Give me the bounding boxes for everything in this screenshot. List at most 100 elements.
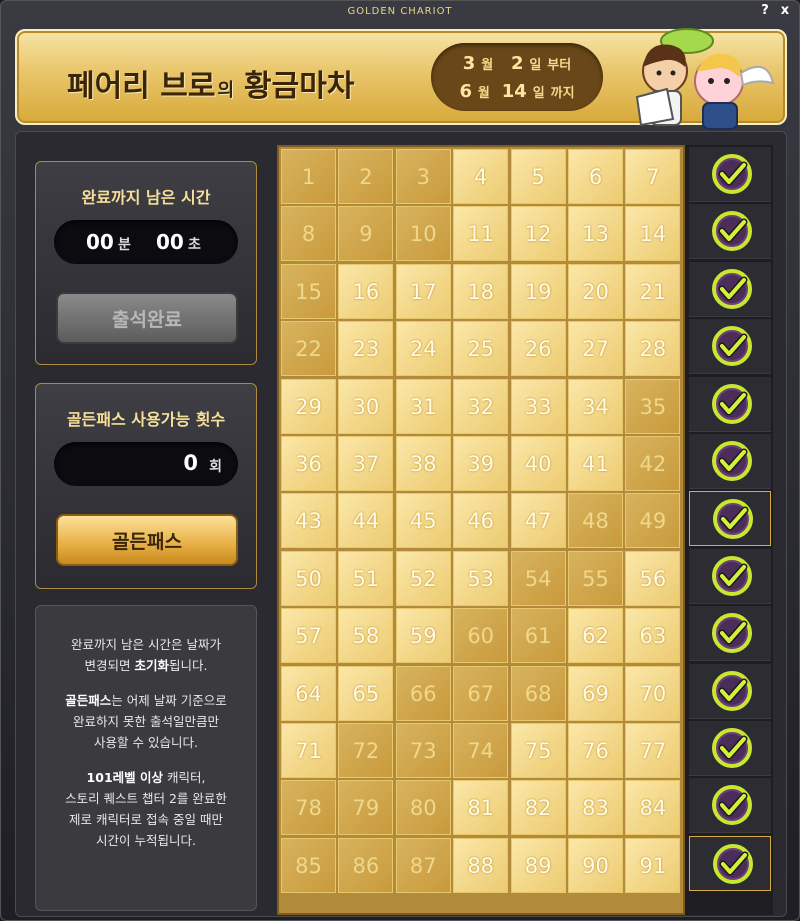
calendar-day-cell[interactable]: 56 <box>625 550 681 606</box>
calendar-day-cell[interactable]: 2 <box>338 149 394 204</box>
calendar-day-cell[interactable]: 26 <box>510 321 566 377</box>
calendar-day-cell[interactable]: 7 <box>625 149 681 204</box>
calendar-day-cell[interactable]: 86 <box>338 837 394 893</box>
calendar-day-cell[interactable]: 8 <box>281 206 336 262</box>
calendar-day-cell[interactable]: 82 <box>510 780 566 836</box>
calendar-day-cell[interactable]: 65 <box>338 665 394 721</box>
calendar-day-cell[interactable]: 45 <box>395 493 451 549</box>
calendar-day-cell[interactable]: 78 <box>281 780 336 836</box>
calendar-day-cell[interactable]: 29 <box>281 378 336 434</box>
calendar-day-cell[interactable]: 88 <box>453 837 509 893</box>
calendar-day-cell[interactable]: 11 <box>453 206 509 262</box>
note-pass-line2: 완료하지 못한 출석일만큼만 <box>73 714 219 729</box>
calendar-day-cell[interactable]: 50 <box>281 550 336 606</box>
calendar-day-cell[interactable]: 41 <box>568 436 623 491</box>
calendar-day-cell[interactable]: 51 <box>338 550 394 606</box>
calendar-day-cell[interactable]: 24 <box>395 321 451 377</box>
calendar-day-cell[interactable]: 27 <box>568 321 623 377</box>
calendar-day-cell[interactable]: 71 <box>281 723 336 778</box>
calendar-day-cell[interactable]: 3 <box>395 149 451 204</box>
calendar-day-cell[interactable]: 36 <box>281 436 336 491</box>
help-button[interactable]: ? <box>757 3 773 19</box>
calendar-day-cell[interactable]: 87 <box>395 837 451 893</box>
note-elig-line3: 제로 캐릭터로 접속 중일 때만 <box>69 812 223 827</box>
calendar-day-cell[interactable]: 4 <box>453 149 509 204</box>
calendar-day-cell[interactable]: 58 <box>338 608 394 664</box>
calendar-day-cell[interactable]: 12 <box>510 206 566 262</box>
calendar-day-cell[interactable]: 31 <box>395 378 451 434</box>
calendar-day-cell[interactable]: 1 <box>281 149 336 204</box>
calendar-day-cell[interactable]: 44 <box>338 493 394 549</box>
calendar-day-cell[interactable]: 42 <box>625 436 681 491</box>
calendar-day-cell[interactable]: 66 <box>395 665 451 721</box>
calendar-day-cell[interactable]: 53 <box>453 550 509 606</box>
calendar-day-cell[interactable]: 46 <box>453 493 509 549</box>
calendar-day-cell[interactable]: 17 <box>395 263 451 319</box>
calendar-day-cell[interactable]: 40 <box>510 436 566 491</box>
calendar-day-cell[interactable]: 48 <box>568 493 623 549</box>
calendar-day-cell[interactable]: 21 <box>625 263 681 319</box>
calendar-day-cell[interactable]: 5 <box>510 149 566 204</box>
calendar-day-cell[interactable]: 91 <box>625 837 681 893</box>
calendar-day-cell[interactable]: 79 <box>338 780 394 836</box>
calendar-day-cell[interactable]: 10 <box>395 206 451 262</box>
calendar-day-cell[interactable]: 61 <box>510 608 566 664</box>
calendar-day-cell[interactable]: 23 <box>338 321 394 377</box>
calendar-day-cell[interactable]: 77 <box>625 723 681 778</box>
calendar-day-cell[interactable]: 90 <box>568 837 623 893</box>
calendar-day-cell[interactable]: 62 <box>568 608 623 664</box>
row-reward-slot <box>689 261 771 317</box>
calendar-day-cell[interactable]: 85 <box>281 837 336 893</box>
calendar-day-cell[interactable]: 34 <box>568 378 623 434</box>
calendar-day-cell[interactable]: 30 <box>338 378 394 434</box>
calendar-day-cell[interactable]: 52 <box>395 550 451 606</box>
calendar-day-cell[interactable]: 67 <box>453 665 509 721</box>
calendar-day-cell[interactable]: 18 <box>453 263 509 319</box>
close-button[interactable]: x <box>777 3 793 19</box>
calendar-day-cell[interactable]: 32 <box>453 378 509 434</box>
calendar-day-cell[interactable]: 74 <box>453 723 509 778</box>
calendar-day-cell[interactable]: 73 <box>395 723 451 778</box>
calendar-day-cell[interactable]: 69 <box>568 665 623 721</box>
attendance-complete-button[interactable]: 출석완료 <box>56 292 238 344</box>
calendar-day-cell[interactable]: 80 <box>395 780 451 836</box>
calendar-day-cell[interactable]: 49 <box>625 493 681 549</box>
calendar-day-cell[interactable]: 16 <box>338 263 394 319</box>
calendar-day-cell[interactable]: 81 <box>453 780 509 836</box>
calendar-day-cell[interactable]: 63 <box>625 608 681 664</box>
calendar-day-cell[interactable]: 25 <box>453 321 509 377</box>
check-icon <box>712 154 752 194</box>
calendar-day-cell[interactable]: 75 <box>510 723 566 778</box>
calendar-day-cell[interactable]: 22 <box>281 321 336 377</box>
calendar-day-cell[interactable]: 83 <box>568 780 623 836</box>
calendar-day-cell[interactable]: 64 <box>281 665 336 721</box>
calendar-day-cell[interactable]: 84 <box>625 780 681 836</box>
calendar-day-cell[interactable]: 20 <box>568 263 623 319</box>
calendar-day-cell[interactable]: 33 <box>510 378 566 434</box>
calendar-day-cell[interactable]: 43 <box>281 493 336 549</box>
calendar-day-cell[interactable]: 37 <box>338 436 394 491</box>
calendar-day-cell[interactable]: 55 <box>568 550 623 606</box>
calendar-day-cell[interactable]: 89 <box>510 837 566 893</box>
calendar-day-cell[interactable]: 14 <box>625 206 681 262</box>
calendar-day-cell[interactable]: 54 <box>510 550 566 606</box>
golden-pass-button[interactable]: 골든패스 <box>56 514 238 566</box>
calendar-day-cell[interactable]: 57 <box>281 608 336 664</box>
calendar-day-cell[interactable]: 38 <box>395 436 451 491</box>
calendar-day-cell[interactable]: 60 <box>453 608 509 664</box>
calendar-day-cell[interactable]: 76 <box>568 723 623 778</box>
calendar-day-cell[interactable]: 35 <box>625 378 681 434</box>
calendar-day-cell[interactable]: 72 <box>338 723 394 778</box>
calendar-day-cell[interactable]: 47 <box>510 493 566 549</box>
calendar-day-cell[interactable]: 70 <box>625 665 681 721</box>
calendar-day-cell[interactable]: 6 <box>568 149 623 204</box>
calendar-day-cell[interactable]: 15 <box>281 263 336 319</box>
calendar-day-cell[interactable]: 59 <box>395 608 451 664</box>
calendar-day-cell[interactable]: 19 <box>510 263 566 319</box>
calendar-day-cell[interactable]: 39 <box>453 436 509 491</box>
event-banner: 페어리 브로 의 황금마차 3 월 2 일 부터 6 월 14 일 까지 <box>15 28 787 130</box>
calendar-day-cell[interactable]: 9 <box>338 206 394 262</box>
calendar-day-cell[interactable]: 28 <box>625 321 681 377</box>
calendar-day-cell[interactable]: 68 <box>510 665 566 721</box>
calendar-day-cell[interactable]: 13 <box>568 206 623 262</box>
